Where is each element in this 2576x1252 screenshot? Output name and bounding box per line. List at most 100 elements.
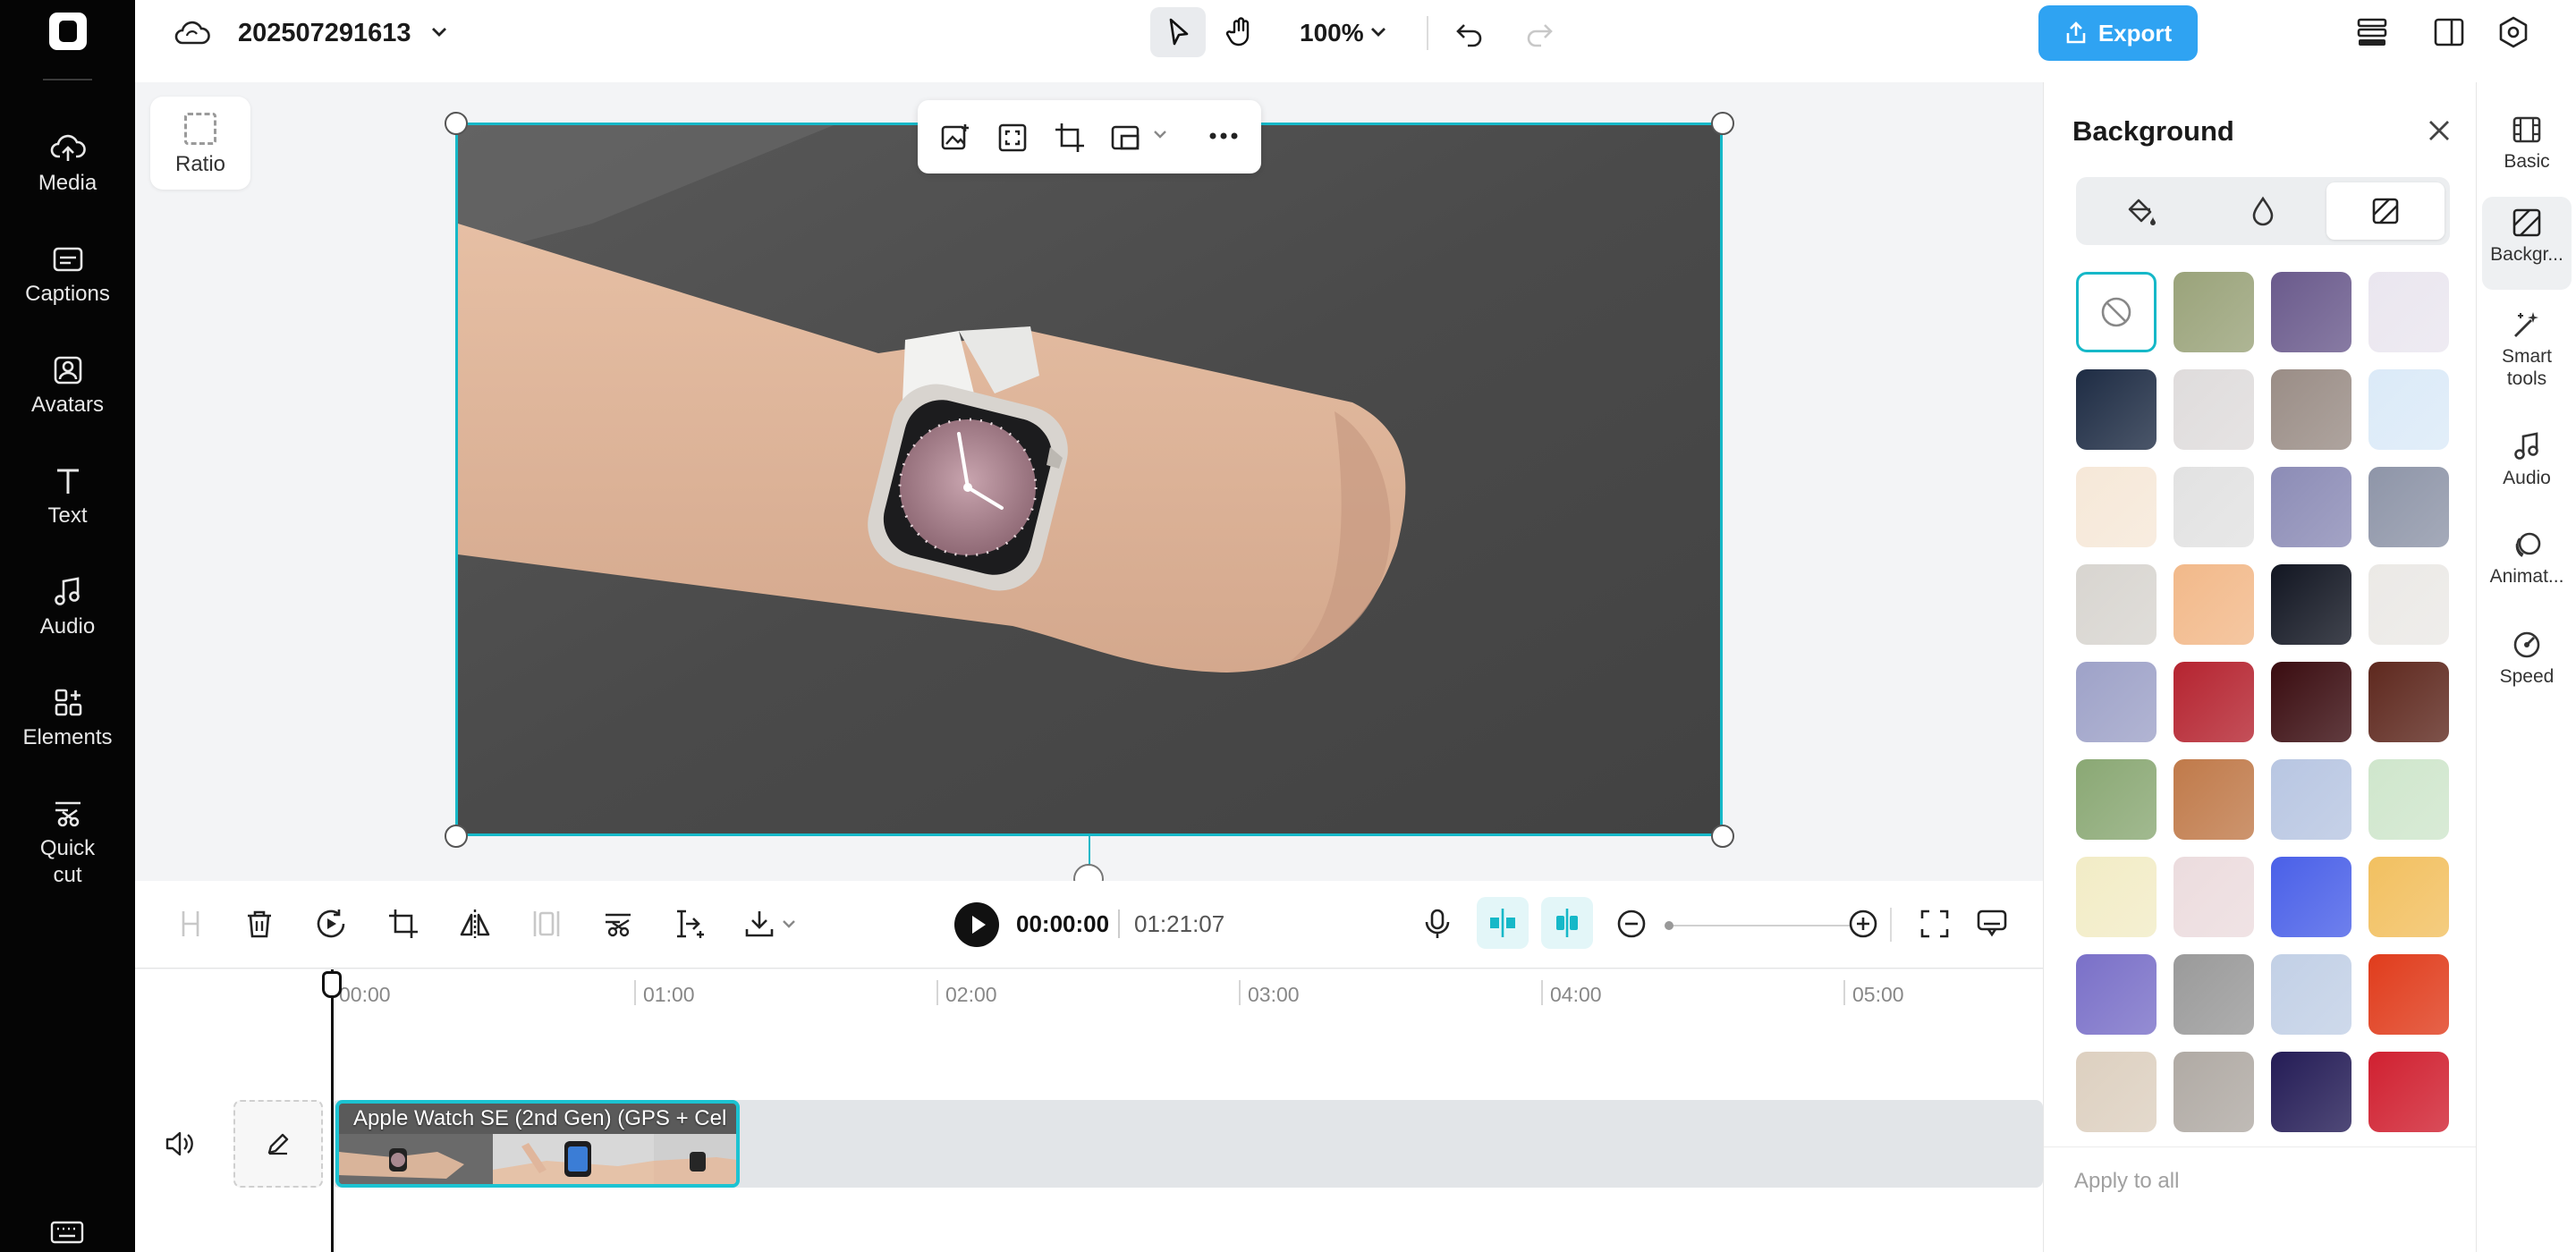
background-swatch[interactable] xyxy=(2271,272,2351,352)
select-tool-button[interactable] xyxy=(1150,7,1206,57)
layers-icon[interactable] xyxy=(2355,16,2389,48)
background-swatch[interactable] xyxy=(2076,564,2157,645)
timeline[interactable]: 00:00 01:00 02:00 03:00 04:00 05:00 Appl… xyxy=(135,969,2043,1252)
redo-icon[interactable] xyxy=(1523,18,1555,48)
tab-image[interactable] xyxy=(2326,182,2445,240)
rail-tab-smart-tools[interactable]: Smart tools xyxy=(2482,300,2572,404)
background-swatch[interactable] xyxy=(2271,467,2351,547)
background-swatch[interactable] xyxy=(2174,662,2254,742)
background-swatch[interactable] xyxy=(2368,369,2449,450)
background-swatch[interactable] xyxy=(2368,272,2449,352)
replace-image-icon[interactable] xyxy=(939,122,971,154)
export-button[interactable]: Export xyxy=(2038,5,2198,61)
resize-handle-bottom-right[interactable] xyxy=(1711,825,1734,848)
zoom-in-icon[interactable] xyxy=(1847,908,1879,940)
playhead-handle[interactable] xyxy=(322,971,342,998)
background-swatch[interactable] xyxy=(2076,954,2157,1035)
zoom-level[interactable]: 100% xyxy=(1300,18,1364,48)
rail-tab-audio[interactable]: Audio xyxy=(2482,422,2572,503)
background-swatch[interactable] xyxy=(2174,954,2254,1035)
background-swatch[interactable] xyxy=(2174,1052,2254,1132)
sidebar-item-captions[interactable]: Captions xyxy=(0,243,135,308)
zoom-chevron-icon[interactable] xyxy=(1368,23,1389,41)
undo-icon[interactable] xyxy=(1453,18,1486,48)
sidebar-item-media[interactable]: Media xyxy=(0,132,135,197)
background-swatch[interactable] xyxy=(2271,662,2351,742)
apply-to-all-button[interactable]: Apply to all xyxy=(2074,1168,2179,1195)
chevron-down-icon[interactable] xyxy=(428,23,450,41)
magnet-snap-toggle[interactable] xyxy=(1477,897,1529,949)
replay-icon[interactable] xyxy=(315,908,347,940)
timeline-zoom-knob[interactable] xyxy=(1665,921,1674,930)
background-swatch[interactable] xyxy=(2174,369,2254,450)
background-swatch[interactable] xyxy=(2271,954,2351,1035)
background-swatch[interactable] xyxy=(2368,954,2449,1035)
microphone-icon[interactable] xyxy=(1421,908,1453,940)
resize-handle-top-right[interactable] xyxy=(1711,112,1734,135)
sidebar-item-audio[interactable]: Audio xyxy=(0,576,135,640)
cloud-sync-icon[interactable] xyxy=(174,18,210,48)
keyboard-icon[interactable] xyxy=(50,1220,84,1245)
background-swatch[interactable] xyxy=(2076,857,2157,937)
ratio-button[interactable]: Ratio xyxy=(150,97,250,190)
background-swatch[interactable] xyxy=(2271,857,2351,937)
swatch-none[interactable] xyxy=(2076,272,2157,352)
background-swatch[interactable] xyxy=(2271,1052,2351,1132)
background-swatch[interactable] xyxy=(2271,369,2351,450)
project-name[interactable]: 202507291613 xyxy=(238,18,411,48)
auto-split-icon[interactable] xyxy=(674,908,706,940)
background-swatch[interactable] xyxy=(2368,1052,2449,1132)
remove-silence-icon[interactable] xyxy=(602,908,634,940)
background-swatch[interactable] xyxy=(2174,564,2254,645)
comment-icon[interactable] xyxy=(1976,908,2008,940)
background-swatch[interactable] xyxy=(2076,759,2157,840)
background-swatch[interactable] xyxy=(2076,467,2157,547)
background-swatch[interactable] xyxy=(2368,857,2449,937)
background-swatch[interactable] xyxy=(2368,467,2449,547)
hand-tool-button[interactable] xyxy=(1212,7,1267,57)
background-swatch[interactable] xyxy=(2174,857,2254,937)
delete-icon[interactable] xyxy=(243,908,275,940)
fit-frame-icon[interactable] xyxy=(996,122,1029,154)
background-swatch[interactable] xyxy=(2076,662,2157,742)
rail-tab-background[interactable]: Backgr... xyxy=(2482,197,2572,290)
background-swatch[interactable] xyxy=(2076,1052,2157,1132)
crop-icon[interactable] xyxy=(1054,122,1086,154)
background-swatch[interactable] xyxy=(2368,662,2449,742)
play-button[interactable] xyxy=(954,902,999,947)
download-chevron-icon[interactable] xyxy=(781,918,797,931)
tab-color[interactable] xyxy=(2081,182,2199,240)
background-swatch[interactable] xyxy=(2076,369,2157,450)
rail-tab-speed[interactable]: Speed xyxy=(2482,621,2572,701)
fullscreen-icon[interactable] xyxy=(1919,908,1951,940)
background-swatch[interactable] xyxy=(2368,759,2449,840)
freeze-icon[interactable] xyxy=(530,908,563,940)
flip-icon[interactable] xyxy=(459,908,491,940)
zoom-out-icon[interactable] xyxy=(1615,908,1648,940)
download-icon[interactable] xyxy=(743,908,775,940)
background-swatch[interactable] xyxy=(2174,272,2254,352)
background-swatch[interactable] xyxy=(2368,564,2449,645)
background-swatch[interactable] xyxy=(2174,467,2254,547)
background-swatch[interactable] xyxy=(2174,759,2254,840)
settings-icon[interactable] xyxy=(2496,16,2530,48)
sidebar-item-text[interactable]: Text xyxy=(0,465,135,529)
rail-tab-animation[interactable]: Animat... xyxy=(2482,520,2572,610)
sidebar-item-avatars[interactable]: Avatars xyxy=(0,354,135,419)
background-swatch[interactable] xyxy=(2271,564,2351,645)
panel-layout-icon[interactable] xyxy=(2432,16,2466,48)
sidebar-item-elements[interactable]: Elements xyxy=(0,687,135,751)
video-preview[interactable] xyxy=(455,123,1723,836)
edit-cover-button[interactable] xyxy=(233,1100,323,1188)
tab-blur[interactable] xyxy=(2204,182,2322,240)
sidebar-item-quick-cut[interactable]: Quick cut xyxy=(0,798,135,889)
mask-icon[interactable] xyxy=(1109,122,1141,154)
video-clip[interactable]: Apple Watch SE (2nd Gen) (GPS + Cel xyxy=(335,1100,740,1188)
split-icon[interactable] xyxy=(174,908,207,940)
more-icon[interactable] xyxy=(1208,131,1240,141)
close-icon[interactable] xyxy=(2425,116,2453,145)
background-swatch[interactable] xyxy=(2271,759,2351,840)
track-volume-icon[interactable] xyxy=(164,1129,196,1159)
app-logo[interactable] xyxy=(49,13,87,50)
rail-tab-basic[interactable]: Basic xyxy=(2482,106,2572,186)
